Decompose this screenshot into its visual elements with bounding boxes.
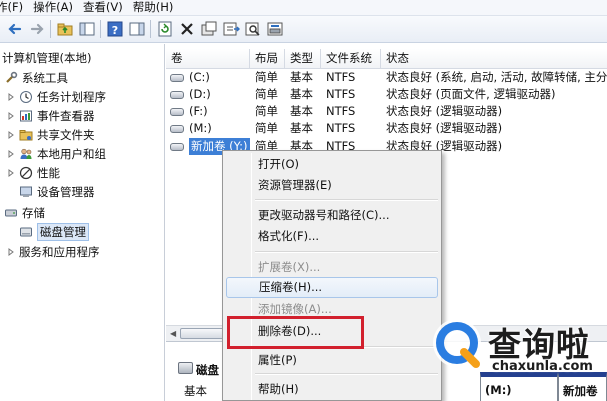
toolbar: ?	[0, 16, 607, 43]
menu-separator	[255, 373, 438, 375]
menu-item-open[interactable]: 打开(O)	[226, 154, 438, 175]
show-tree-icon[interactable]	[78, 20, 96, 38]
properties-icon[interactable]	[200, 20, 218, 38]
help-icon[interactable]: ?	[106, 20, 124, 38]
menu-item-format[interactable]: 格式化(F)...	[226, 226, 438, 247]
menu-item-shrink-volume[interactable]: 压缩卷(H)...	[226, 277, 438, 298]
tree-item-local-users[interactable]: 本地用户和组	[6, 144, 106, 163]
column-header-layout[interactable]: 布局	[250, 49, 285, 69]
show-panel-icon[interactable]	[128, 20, 146, 38]
table-row[interactable]: (C:) 简单 基本 NTFS 状态良好 (系统, 启动, 活动, 故障转储, …	[166, 69, 607, 86]
tree-item-system-tools[interactable]: 系统工具	[4, 68, 68, 87]
tree-item-event-viewer[interactable]: 事件查看器	[6, 106, 95, 125]
svg-text:?: ?	[112, 24, 118, 37]
refresh-icon[interactable]	[156, 20, 174, 38]
users-icon	[19, 147, 33, 161]
clock-icon	[19, 90, 33, 104]
menu-item-properties[interactable]: 属性(P)	[226, 350, 438, 371]
expand-arrow-icon[interactable]	[6, 111, 16, 121]
navigation-tree: 计算机管理(本地) 系统工具 任务计划程序 事件查看器 共享文件夹 本地用户和组…	[0, 44, 165, 401]
table-row[interactable]: (D:) 简单 基本 NTFS 状态良好 (页面文件, 逻辑驱动器)	[166, 86, 607, 103]
menu-item-change-drive-letter[interactable]: 更改驱动器号和路径(C)...	[226, 205, 438, 226]
tree-item-performance[interactable]: 性能	[6, 163, 60, 182]
tree-root[interactable]: 计算机管理(本地)	[2, 48, 91, 67]
column-header-type[interactable]: 类型	[285, 49, 321, 69]
menu-action[interactable]: 操作(A)	[33, 0, 83, 16]
toolbar-divider	[100, 20, 101, 38]
tree-item-shared-folders[interactable]: 共享文件夹	[6, 125, 95, 144]
volume-icon	[170, 73, 184, 82]
forward-arrow-icon[interactable]	[28, 20, 46, 38]
watermark-logo-icon	[430, 316, 488, 374]
tree-item-services[interactable]: 服务和应用程序	[6, 242, 100, 261]
volume-icon	[170, 142, 184, 151]
watermark-url: chaxunla.com	[492, 359, 593, 374]
search-icon[interactable]	[244, 20, 262, 38]
disk-manage-icon[interactable]	[266, 20, 284, 38]
disk-icon	[19, 225, 33, 239]
tree-item-disk-management[interactable]: 磁盘管理	[19, 222, 89, 241]
back-arrow-icon[interactable]	[6, 20, 24, 38]
no-entry-icon	[19, 166, 33, 180]
export-icon[interactable]	[222, 20, 240, 38]
table-row[interactable]: (F:) 简单 基本 NTFS 状态良好 (逻辑驱动器)	[166, 103, 607, 120]
menu-help[interactable]: 帮助(H)	[133, 0, 184, 16]
menu-bar: 作(F) 操作(A) 查看(V) 帮助(H)	[0, 0, 607, 16]
menu-file[interactable]: 作(F)	[0, 0, 33, 16]
volume-list-header: 卷 布局 类型 文件系统 状态	[166, 49, 607, 69]
expand-arrow-icon[interactable]	[6, 92, 16, 102]
tree-item-storage[interactable]: 存储	[4, 203, 45, 222]
up-folder-icon[interactable]	[56, 20, 74, 38]
tree-root-label: 计算机管理(本地)	[2, 50, 92, 65]
menu-view[interactable]: 查看(V)	[83, 0, 133, 16]
table-row[interactable]: (M:) 简单 基本 NTFS 状态良好 (逻辑驱动器)	[166, 120, 607, 137]
menu-item-extend-volume: 扩展卷(X)...	[258, 260, 321, 274]
menu-item-explore[interactable]: 资源管理器(E)	[226, 175, 438, 196]
watermark: 查询啦 chaxunla.com	[430, 308, 607, 401]
toolbar-divider	[50, 20, 51, 38]
tree-item-device-manager[interactable]: 设备管理器	[19, 182, 95, 201]
volume-icon	[170, 107, 184, 116]
tree-item-task-scheduler[interactable]: 任务计划程序	[6, 87, 106, 106]
storage-icon	[4, 206, 18, 220]
volume-icon	[170, 90, 184, 99]
menu-separator	[255, 199, 438, 201]
expand-arrow-icon[interactable]	[6, 130, 16, 140]
column-header-status[interactable]: 状态	[381, 49, 607, 69]
device-manager-icon	[19, 185, 33, 199]
toolbar-divider	[150, 20, 151, 38]
event-viewer-icon	[19, 109, 33, 123]
delete-icon[interactable]	[178, 20, 196, 38]
highlight-box	[227, 316, 364, 349]
volume-icon	[170, 124, 184, 133]
disk-icon	[178, 362, 193, 374]
context-menu: 打开(O) 资源管理器(E) 更改驱动器号和路径(C)... 格式化(F)...…	[222, 150, 442, 401]
expand-arrow-icon[interactable]	[6, 168, 16, 178]
disk-label[interactable]: 磁盘 基本	[174, 350, 220, 401]
tools-icon	[4, 71, 18, 85]
expand-arrow-icon[interactable]	[6, 247, 16, 257]
menu-separator	[255, 251, 438, 253]
column-header-volume[interactable]: 卷	[166, 49, 250, 69]
shared-folder-icon	[19, 128, 33, 142]
expand-arrow-icon[interactable]	[6, 149, 16, 159]
scroll-left-icon[interactable]: ◀	[170, 329, 176, 338]
column-header-filesystem[interactable]: 文件系统	[321, 49, 381, 69]
menu-item-help[interactable]: 帮助(H)	[226, 379, 438, 400]
